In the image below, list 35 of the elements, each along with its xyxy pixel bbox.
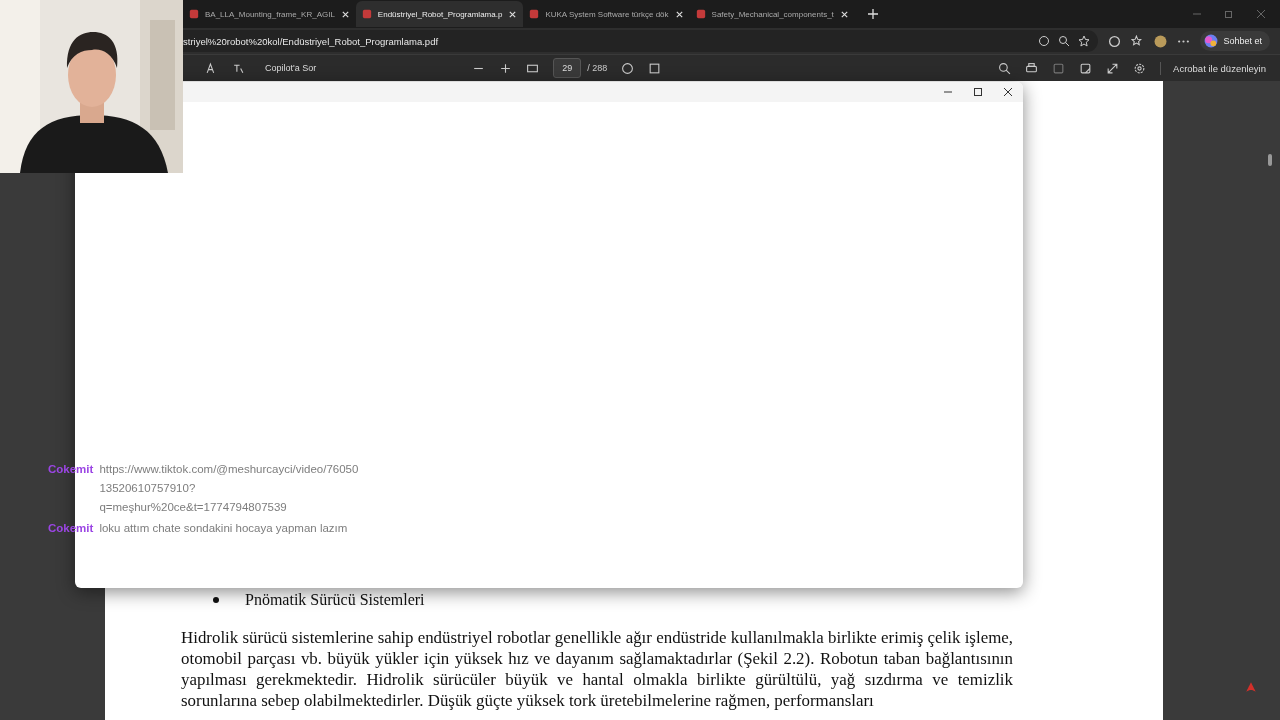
- close-icon[interactable]: [340, 9, 350, 19]
- search-icon[interactable]: [998, 61, 1012, 75]
- restore-icon[interactable]: [1224, 9, 1234, 19]
- copilot-button[interactable]: Copilot'a Sor: [259, 62, 323, 74]
- favorites-icon[interactable]: [1131, 34, 1145, 48]
- star-icon[interactable]: [1078, 35, 1091, 47]
- expand-icon[interactable]: [1106, 61, 1120, 75]
- paragraph: Hidrolik sürücü sistemlerine sahip endüstriyel robotlar genellikle ağır endüstride kullanılmakla birlikte erimiş çelik işleme, otomobil parçası vb. büyük yükler için yüksek hız ve dayanım sağlamaktadırlar (Şekil 2.2). Robotun taban bağlantısının yapılması gerekmektedir. Hidrolik sürücüler büyük ve hantal olmakla birlikte gürültülü, yağ sızdırma ve temizlik sorunlarına sebep olabilmektedirler. Düşük güçte yüksek tork üretebilmelerine rağmen, performansları: [181, 627, 1013, 711]
- bullet-icon: [213, 597, 219, 603]
- chat-message: loku attım chate sondakini hocaya yapman lazım: [99, 521, 349, 536]
- browser-tab[interactable]: Endüstriyel_Robot_Programlama.p: [355, 1, 524, 27]
- browser-tab[interactable]: Safety_Mechanical_components_t: [689, 1, 855, 27]
- edit-button[interactable]: Acrobat ile düzenleyin: [1160, 61, 1272, 75]
- save-as-icon[interactable]: [1079, 61, 1093, 75]
- profile-icon[interactable]: [1154, 34, 1168, 48]
- print-icon[interactable]: [1025, 61, 1039, 75]
- maximize-icon[interactable]: [973, 87, 983, 97]
- address-bar[interactable]: striyel%20robot%20kol/Endüstriyel_Robot_Programlama.pdf: [183, 30, 1099, 52]
- pdf-icon: [695, 9, 706, 19]
- page-number-field[interactable]: 29: [553, 58, 582, 78]
- browser-tab[interactable]: BA_LLA_Mounting_frame_KR_AGIL: [183, 1, 356, 27]
- chat-button[interactable]: Sohbet et: [1200, 31, 1270, 51]
- zoom-icon[interactable]: [1058, 35, 1071, 47]
- pdf-icon: [189, 9, 199, 19]
- settings-icon[interactable]: [1133, 61, 1147, 75]
- close-icon[interactable]: [1003, 87, 1013, 97]
- scrollbar-thumb[interactable]: [1268, 154, 1272, 166]
- new-tab-icon[interactable]: [866, 8, 879, 20]
- pdf-icon: [361, 9, 372, 19]
- close-icon[interactable]: [839, 9, 849, 19]
- pdf-icon: [529, 9, 540, 19]
- browser-tab[interactable]: KUKA System Software türkçe dök: [523, 1, 690, 27]
- bullet-text: Pnömatik Sürücü Sistemleri: [245, 591, 425, 609]
- page-total: / 288: [587, 63, 608, 73]
- zoom-in-icon[interactable]: [499, 61, 513, 75]
